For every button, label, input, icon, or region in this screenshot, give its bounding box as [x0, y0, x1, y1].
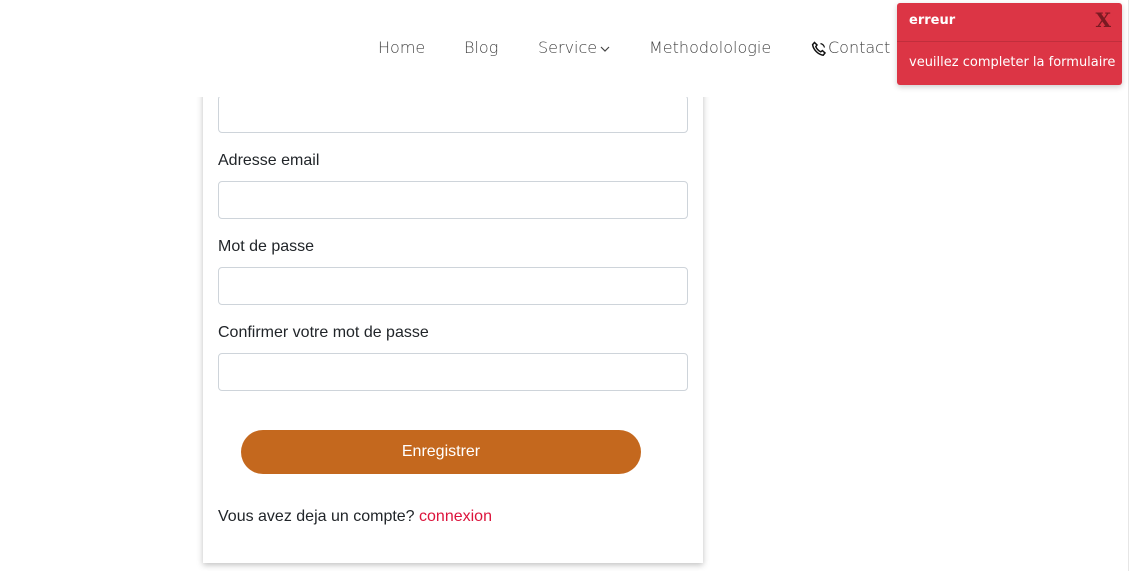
email-label: Adresse email	[218, 152, 320, 169]
nav-service-label: Service	[538, 38, 598, 57]
login-link[interactable]: connexion	[419, 508, 492, 525]
phone-icon	[811, 40, 827, 56]
chevron-down-icon	[600, 46, 610, 52]
name-field[interactable]	[218, 95, 688, 133]
register-form-card	[203, 60, 703, 563]
login-prompt-text: Vous avez deja un compte?	[218, 508, 415, 525]
nav-contact-label: Contact	[828, 38, 891, 57]
toast-divider	[897, 41, 1122, 42]
register-button[interactable]: Enregistrer	[241, 430, 641, 474]
nav-home[interactable]: Home	[378, 36, 425, 60]
toast-message: veuillez completer la formulaire	[909, 55, 1116, 70]
toast-title: erreur	[909, 13, 956, 28]
nav-blog[interactable]: Blog	[464, 36, 498, 60]
login-prompt: Vous avez deja un compte? connexion	[218, 507, 492, 527]
nav-service[interactable]: Service	[538, 36, 610, 60]
email-field[interactable]	[218, 181, 688, 219]
password-label: Mot de passe	[218, 238, 315, 255]
toast-close-button[interactable]: X	[1095, 7, 1111, 33]
page: Adresse email Mot de passe Confirmer vot…	[0, 0, 1129, 571]
nav-contact[interactable]: Contact	[811, 36, 890, 60]
error-toast: erreur X veuillez completer la formulair…	[897, 3, 1122, 85]
confirm-password-label: Confirmer votre mot de passe	[218, 324, 429, 341]
confirm-password-field[interactable]	[218, 353, 688, 391]
nav-methodology[interactable]: Methodolologie	[649, 36, 771, 60]
password-field[interactable]	[218, 267, 688, 305]
